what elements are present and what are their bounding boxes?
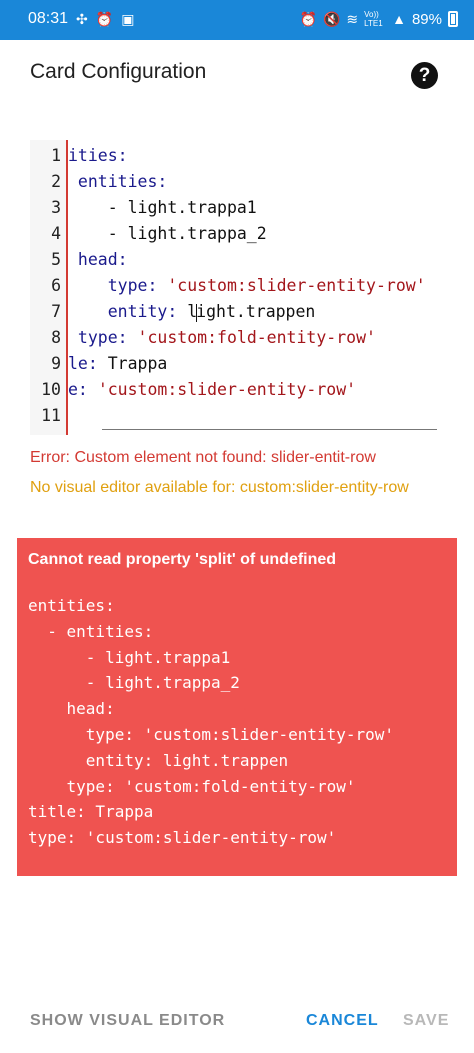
volte-icon: Vo)) LTE1 <box>364 10 383 28</box>
code-value: Trappa <box>107 354 168 373</box>
line-number: 7 <box>51 302 61 321</box>
dialog-title: Card Configuration <box>30 60 207 83</box>
code-key: entities: <box>68 172 168 191</box>
status-right: ⏰ 🔇 ≋ Vo)) LTE1 ▲ 89% <box>299 10 458 28</box>
editor-underline <box>102 429 437 430</box>
line-number: 5 <box>51 250 61 269</box>
code-editor[interactable]: 1 2 3 4 5 6 7 8 9 10 11 ities: entities:… <box>30 140 445 435</box>
code-line[interactable]: ities: <box>68 146 128 165</box>
code-key: type: <box>68 328 138 347</box>
code-line[interactable]: entities: <box>68 172 167 191</box>
line-number: 2 <box>51 172 61 191</box>
status-time: 08:31 <box>28 10 69 27</box>
code-value: 'custom:fold-entity-row' <box>137 328 376 347</box>
alarm-icon: ⏰ <box>299 11 317 27</box>
show-visual-editor-button[interactable]: SHOW VISUAL EDITOR <box>30 1012 225 1030</box>
code-key: - light.trappa_2 <box>68 224 267 243</box>
line-number: 6 <box>51 276 61 295</box>
code-key: entity: <box>68 302 188 321</box>
code-value: ight.trappen <box>196 302 316 321</box>
line-number: 10 <box>41 380 61 399</box>
cancel-button[interactable]: CANCEL <box>306 1012 379 1030</box>
line-number: 3 <box>51 198 61 217</box>
status-bar: 08:31 ✣ ⏰ ▣ ⏰ 🔇 ≋ Vo)) LTE1 ▲ 89% <box>0 0 474 40</box>
code-key: le: <box>68 354 108 373</box>
code-key: head: <box>68 250 128 269</box>
code-line[interactable]: le: Trappa <box>68 354 167 373</box>
line-number: 1 <box>51 146 61 165</box>
line-number: 9 <box>51 354 61 373</box>
code-value: 'custom:slider-entity-row' <box>97 380 357 399</box>
line-number: 8 <box>51 328 61 347</box>
code-line[interactable]: type: 'custom:slider-entity-row' <box>68 276 426 295</box>
battery-icon <box>448 11 458 27</box>
code-key: type: <box>68 276 168 295</box>
status-left: 08:31 ✣ ⏰ ▣ <box>28 10 134 28</box>
code-line[interactable]: type: 'custom:fold-entity-row' <box>68 328 376 347</box>
warning-message: No visual editor available for: custom:s… <box>30 479 409 496</box>
battery-percent: 89% <box>411 10 442 28</box>
error-card: Cannot read property 'split' of undefine… <box>17 538 457 876</box>
code-line[interactable]: - light.trappa1 <box>68 198 257 217</box>
error-card-title: Cannot read property 'split' of undefine… <box>28 551 337 568</box>
image-icon: ▣ <box>121 11 135 27</box>
error-message: Error: Custom element not found: slider-… <box>30 449 376 466</box>
code-line[interactable]: entity: light.trappen <box>68 302 315 322</box>
save-button[interactable]: SAVE <box>403 1012 449 1030</box>
code-line[interactable]: head: <box>68 250 128 269</box>
alarm-icon: ⏰ <box>95 11 114 27</box>
error-card-yaml: entities: - entities: - light.trappa1 - … <box>28 596 395 848</box>
pinwheel-icon: ✣ <box>76 11 88 27</box>
code-value: 'custom:slider-entity-row' <box>167 276 426 295</box>
signal-icon: ▲ <box>392 11 406 27</box>
code-key: e: <box>68 380 98 399</box>
code-key: ities: <box>68 146 128 165</box>
code-line[interactable]: - light.trappa_2 <box>68 224 267 243</box>
help-icon[interactable]: ? <box>411 62 438 89</box>
line-number: 4 <box>51 224 61 243</box>
line-number: 11 <box>41 406 61 425</box>
mute-icon: 🔇 <box>322 11 341 27</box>
code-line[interactable]: e: 'custom:slider-entity-row' <box>68 380 356 399</box>
code-key: - light.trappa1 <box>68 198 257 217</box>
wifi-icon: ≋ <box>346 11 359 27</box>
